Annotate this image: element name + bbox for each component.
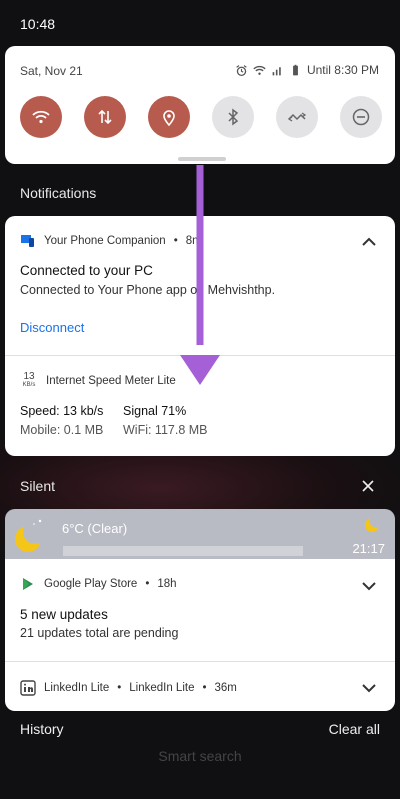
chevron-down-icon[interactable] xyxy=(361,683,377,693)
mobile-data-tile[interactable] xyxy=(84,96,126,138)
speed-meter-header: 13 KB/s Internet Speed Meter Lite xyxy=(20,372,176,390)
location-icon xyxy=(163,110,175,127)
data-saver-tile[interactable] xyxy=(276,96,318,138)
phone-companion-body: Connected to Your Phone app on Mehvishth… xyxy=(20,283,276,297)
mobile-data-icon xyxy=(98,109,112,125)
speed-meter-app-name: Internet Speed Meter Lite xyxy=(46,375,176,387)
disconnect-button[interactable]: Disconnect xyxy=(20,320,84,335)
phone-companion-title: Connected to your PC xyxy=(20,263,153,278)
speed-meter-app-icon: 13 KB/s xyxy=(20,372,38,390)
play-store-time: 18h xyxy=(157,578,177,590)
quick-settings-panel: Sat, Nov 21 Until 8:30 PM xyxy=(5,46,395,164)
play-store-app-name: Google Play Store xyxy=(44,578,138,590)
play-store-body: 21 updates total are pending xyxy=(20,626,179,640)
weather-time: 21:17 xyxy=(352,541,385,556)
wifi-status-icon xyxy=(253,65,266,75)
do-not-disturb-tile[interactable] xyxy=(340,96,382,138)
notification-card-silent: Google Play Store • 18h 5 new updates 21… xyxy=(5,559,395,711)
drag-handle[interactable] xyxy=(178,157,226,161)
small-moon-icon xyxy=(365,514,383,532)
dot-separator: • xyxy=(117,682,122,694)
chevron-down-icon[interactable] xyxy=(361,581,377,591)
mobile-usage: Mobile: 0.1 MB xyxy=(20,423,104,437)
linkedin-header[interactable]: LinkedIn Lite • LinkedIn Lite • 36m xyxy=(20,680,237,696)
moon-icon xyxy=(15,519,47,552)
weather-notification[interactable]: 6°C (Clear) 21:17 xyxy=(5,509,395,559)
signal-icon xyxy=(272,66,281,75)
weather-redacted-bar xyxy=(63,546,303,556)
bluetooth-tile[interactable] xyxy=(212,96,254,138)
status-time: 10:48 xyxy=(20,16,56,32)
swipe-down-arrow xyxy=(180,165,220,385)
linkedin-app-name: LinkedIn Lite xyxy=(44,682,110,694)
do-not-disturb-icon xyxy=(352,108,370,126)
card-divider xyxy=(5,661,395,662)
qs-status-icons: Until 8:30 PM xyxy=(235,63,379,77)
play-store-header[interactable]: Google Play Store • 18h xyxy=(20,576,177,592)
speed-meter-icon-value: 13 xyxy=(23,371,35,382)
battery-icon xyxy=(293,64,298,75)
alarm-icon xyxy=(236,64,247,76)
alarm-until-label: Until 8:30 PM xyxy=(306,63,379,77)
silent-header: Silent xyxy=(20,478,56,494)
wifi-usage: WiFi: 117.8 MB xyxy=(123,423,208,437)
chevron-up-icon[interactable] xyxy=(361,237,377,247)
linkedin-sub: LinkedIn Lite xyxy=(129,682,195,694)
weather-temp: 6°C (Clear) xyxy=(62,521,128,536)
signal-value: Signal 71% xyxy=(123,404,187,418)
bluetooth-icon xyxy=(228,108,239,126)
history-button[interactable]: History xyxy=(20,721,64,737)
speed-meter-icon-unit: KB/s xyxy=(22,382,36,388)
location-tile[interactable] xyxy=(148,96,190,138)
linkedin-time: 36m xyxy=(214,682,237,694)
wifi-icon xyxy=(32,110,50,124)
phone-companion-app-name: Your Phone Companion xyxy=(44,235,166,247)
smart-search-label[interactable]: Smart search xyxy=(0,748,400,764)
play-store-icon xyxy=(23,578,33,590)
dot-separator: • xyxy=(145,578,150,590)
notifications-header: Notifications xyxy=(20,185,97,201)
your-phone-app-icon xyxy=(21,235,34,247)
data-saver-icon xyxy=(287,112,307,122)
close-icon[interactable] xyxy=(362,480,374,492)
play-store-title: 5 new updates xyxy=(20,607,108,622)
wifi-tile[interactable] xyxy=(20,96,62,138)
qs-date[interactable]: Sat, Nov 21 xyxy=(20,64,83,78)
dot-separator: • xyxy=(202,682,207,694)
linkedin-icon xyxy=(20,680,36,696)
speed-value: Speed: 13 kb/s xyxy=(20,404,104,418)
quick-tiles-row xyxy=(20,96,382,138)
clear-all-button[interactable]: Clear all xyxy=(329,721,380,737)
